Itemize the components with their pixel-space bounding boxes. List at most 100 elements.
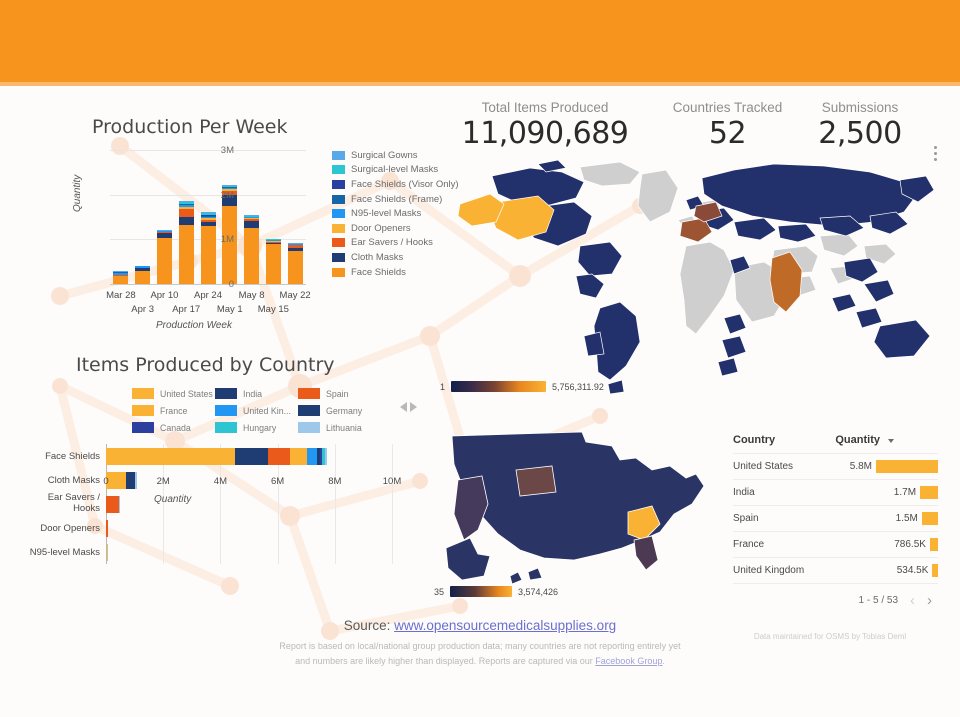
bar-column[interactable]	[288, 243, 303, 284]
region-california	[454, 476, 488, 540]
bar-column[interactable]	[135, 266, 150, 284]
plot-area: Face ShieldsCloth MasksEar Savers /Hooks…	[106, 444, 392, 564]
legend-label: Door Openers	[351, 223, 411, 234]
column-header-country[interactable]: Country	[733, 434, 801, 446]
legend-swatch	[298, 388, 320, 399]
legend-label: N95-level Masks	[351, 208, 421, 219]
cell-country: France	[733, 539, 828, 550]
bar-segment	[135, 271, 150, 284]
disclaimer-line-2: and numbers are likely higher than displ…	[0, 654, 960, 669]
legend-label: Canada	[160, 423, 191, 433]
bar-segment	[179, 225, 194, 284]
legend-swatch	[332, 151, 345, 160]
bar-column[interactable]	[157, 230, 172, 284]
quantity-bar	[930, 538, 938, 551]
legend-label: Ear Savers / Hooks	[351, 237, 433, 248]
world-map-legend: 1 5,756,311.92	[440, 381, 604, 392]
bar-segment	[157, 238, 172, 284]
bar-segment	[106, 496, 119, 513]
category-label: Face Shields	[10, 451, 100, 462]
quantity-bar	[922, 512, 938, 525]
legend-max: 5,756,311.92	[552, 382, 604, 392]
bar-segment	[268, 448, 290, 465]
maintainer-credit: Data maintained for OSMS by Tobias Deml	[700, 632, 960, 641]
cell-country: India	[733, 487, 828, 498]
bar-column[interactable]	[179, 201, 194, 284]
category-label: Ear Savers /Hooks	[10, 492, 100, 514]
kpi-label: Countries Tracked	[640, 100, 815, 115]
country-legend[interactable]: United StatesIndiaSpain FranceUnited Kin.…	[132, 385, 382, 436]
legend-swatch	[332, 224, 345, 233]
chart-title: Production Per Week	[92, 116, 288, 138]
legend-swatch	[332, 195, 345, 204]
chevron-left-icon[interactable]: ‹	[910, 593, 915, 608]
bar-column[interactable]	[113, 271, 128, 284]
us-map-legend: 35 3,574,426	[434, 586, 558, 597]
y-tick-label: 2M	[194, 190, 234, 201]
y-tick-label: 1M	[194, 234, 234, 245]
legend-item[interactable]: India	[215, 388, 298, 399]
production-per-week-chart: Production Per Week Quantity Production …	[36, 108, 436, 340]
y-axis-label: Quantity	[72, 175, 83, 212]
legend-pager[interactable]	[400, 402, 417, 412]
kpi-countries-tracked: Countries Tracked 52	[640, 100, 815, 151]
bar-row[interactable]	[106, 520, 108, 537]
prev-arrow-icon[interactable]	[400, 402, 407, 412]
legend-swatch	[332, 209, 345, 218]
legend-item[interactable]: Canada	[132, 422, 215, 433]
legend-swatch	[332, 180, 345, 189]
table-row[interactable]: Spain1.5M	[733, 505, 938, 531]
column-header-quantity-label: Quantity	[835, 434, 880, 446]
kpi-value: 11,090,689	[420, 116, 670, 151]
plot-area	[110, 150, 306, 284]
bar-segment	[113, 276, 128, 284]
disclaimer: Report is based on local/national group …	[0, 639, 960, 669]
cell-country: United States	[733, 461, 828, 472]
table-row[interactable]: United States 5.8M	[733, 453, 938, 479]
legend-item[interactable]: United Kin...	[215, 405, 298, 416]
disclaimer-line-1: Report is based on local/national group …	[0, 639, 960, 654]
legend-row: FranceUnited Kin...Germany	[132, 402, 382, 419]
bar-segment	[325, 448, 327, 465]
cell-quantity: 534.5K	[828, 564, 938, 577]
us-choropleth-map[interactable]	[424, 408, 724, 603]
x-tick-label: Apr 24	[183, 290, 233, 301]
legend-label: Lithuania	[326, 423, 362, 433]
legend-item[interactable]: Spain	[298, 388, 381, 399]
table-row[interactable]: United Kingdom534.5K	[733, 557, 938, 583]
column-header-quantity[interactable]: Quantity	[801, 434, 938, 446]
bar-row[interactable]	[106, 448, 327, 465]
x-tick-label: 6M	[263, 476, 293, 487]
table-row[interactable]: France786.5K	[733, 531, 938, 557]
region-hawaii	[510, 568, 542, 584]
cell-quantity: 1.5M	[828, 512, 938, 525]
legend-label: Surgical Gowns	[351, 150, 418, 161]
quantity-value: 5.8M	[850, 461, 872, 472]
table-pagination: 1 - 5 / 53 ‹ ›	[733, 583, 938, 616]
legend-item[interactable]: United States	[132, 388, 215, 399]
legend-swatch	[332, 165, 345, 174]
bar-column[interactable]	[244, 215, 259, 284]
legend-item[interactable]: France	[132, 405, 215, 416]
legend-swatch	[132, 405, 154, 416]
kebab-menu-icon[interactable]	[934, 146, 938, 164]
chevron-right-icon[interactable]: ›	[927, 593, 932, 608]
facebook-group-link[interactable]: Facebook Group	[595, 656, 662, 666]
legend-item[interactable]: Germany	[298, 405, 381, 416]
bar-segment	[106, 520, 108, 537]
world-choropleth-map[interactable]	[434, 150, 944, 398]
legend-item[interactable]: Hungary	[215, 422, 298, 433]
source-link[interactable]: www.opensourcemedicalsupplies.org	[394, 618, 616, 633]
legend-swatch	[332, 268, 345, 277]
kpi-submissions: Submissions 2,500	[790, 100, 930, 151]
next-arrow-icon[interactable]	[410, 402, 417, 412]
bar-column[interactable]	[201, 212, 216, 284]
y-tick-label: 3M	[194, 145, 234, 156]
legend-item[interactable]: Lithuania	[298, 422, 381, 433]
footer: Source: www.opensourcemedicalsupplies.or…	[0, 618, 960, 669]
bar-row[interactable]	[106, 496, 120, 513]
table-row[interactable]: India1.7M	[733, 479, 938, 505]
y-tick-label: 0	[194, 279, 234, 290]
bar-column[interactable]	[266, 239, 281, 284]
bar-row[interactable]	[106, 544, 108, 561]
